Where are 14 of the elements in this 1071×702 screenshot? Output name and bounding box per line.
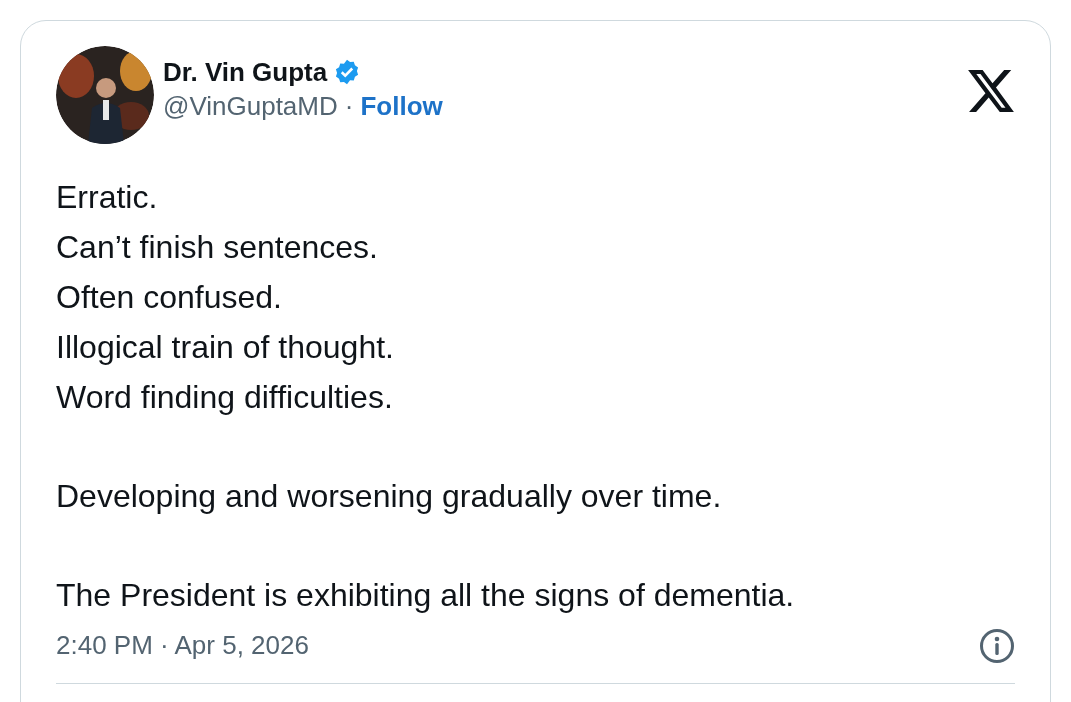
info-icon[interactable] (979, 627, 1015, 664)
tweet-text-line: Illogical train of thought. (56, 328, 395, 367)
tweet-text-line: Word finding difficulties. (56, 378, 394, 417)
author-handle[interactable]: @VinGuptaMD (163, 88, 338, 124)
separator: · (344, 90, 354, 123)
tweet-text-line: The President is exhibiting all the signs of dementia. (56, 576, 796, 615)
tweet-text-line: Often confused. (56, 278, 283, 317)
tweet-text-line: Developing and worsening gradually over time. (56, 477, 723, 516)
tweet-text-line: Can’t finish sentences. (56, 228, 379, 267)
timestamp[interactable]: 2:40 PM · Apr 5, 2026 (56, 626, 309, 665)
author-name[interactable]: Dr. Vin Gupta (163, 56, 328, 88)
tweet-text-line: Erratic. (56, 178, 159, 217)
x-logo-icon[interactable] (968, 70, 1014, 112)
follow-link[interactable]: Follow (360, 88, 443, 124)
